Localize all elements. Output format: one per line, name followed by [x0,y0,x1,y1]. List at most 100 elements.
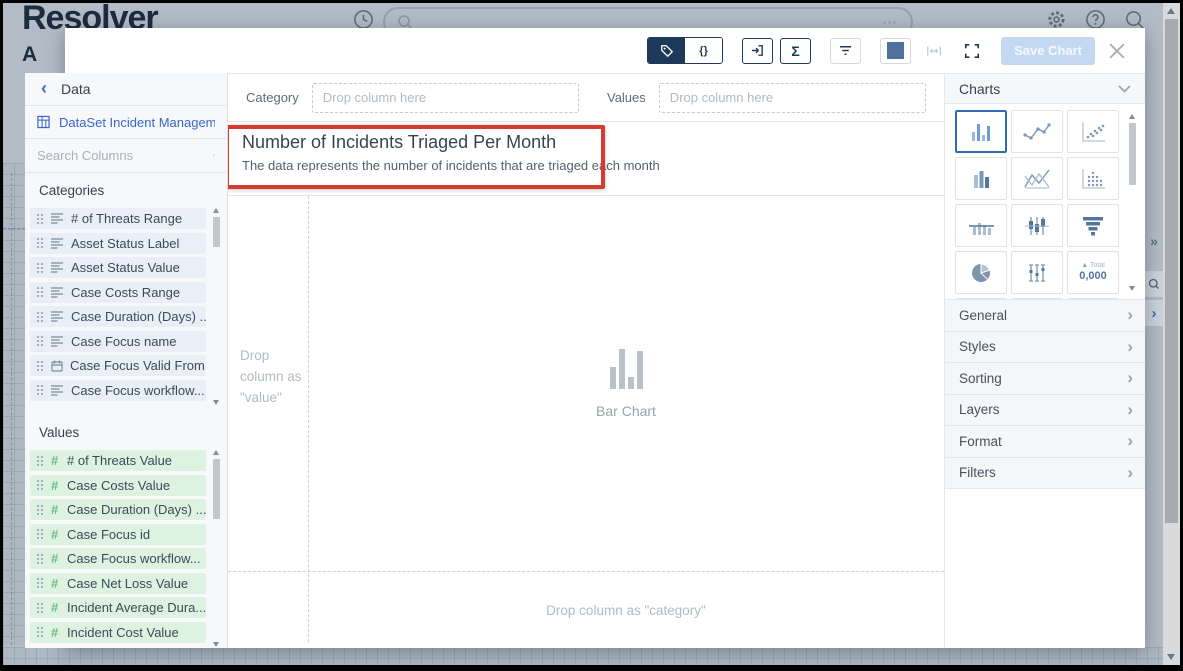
chart-type-boxplot[interactable] [1011,251,1063,294]
category-column-item[interactable]: Asset Status Value [30,257,206,278]
scrollbar-thumb[interactable] [213,459,220,519]
value-column-item[interactable]: # Incident Average Dura... [30,597,206,618]
close-modal-button[interactable] [1109,43,1125,59]
fullscreen-button[interactable] [956,38,987,64]
save-chart-button[interactable]: Save Chart [1001,37,1095,65]
value-column-item[interactable]: # Case Focus id [30,524,206,545]
drag-handle-icon[interactable] [36,384,44,396]
category-column-item[interactable]: Case Focus workflow... [30,380,206,401]
chart-type-bar-line[interactable] [955,204,1007,247]
drag-handle-icon[interactable] [36,335,44,347]
drag-handle-icon[interactable] [36,455,44,467]
tag-mode-button[interactable] [648,38,685,63]
scroll-down-icon[interactable] [213,400,219,405]
value-column-item[interactable]: # Case Net Loss Value [30,573,206,594]
category-column-item[interactable]: Case Duration (Days) ... [30,306,206,327]
chevron-down-icon[interactable] [1118,85,1131,93]
chart-type-more-2[interactable] [1011,298,1063,299]
chart-type-column[interactable] [955,157,1007,200]
scroll-up-icon[interactable] [1167,8,1175,14]
search-columns-input[interactable] [37,148,213,163]
scrollbar-thumb[interactable] [213,217,220,247]
section-layers[interactable]: Layers › [945,395,1145,427]
chart-type-candlestick[interactable] [1011,204,1063,247]
rail-search-button[interactable] [1145,271,1163,297]
scroll-up-icon[interactable] [213,208,219,213]
drag-handle-icon[interactable] [36,602,44,614]
section-format[interactable]: Format › [945,426,1145,458]
chart-type-point-column[interactable] [1067,157,1119,200]
braces-mode-button[interactable]: {} [685,38,722,63]
scroll-down-icon[interactable] [213,642,219,647]
value-column-item[interactable]: # # of Threats Value [30,450,206,471]
help-icon[interactable] [1085,9,1106,30]
value-column-item[interactable]: # Incident Cost Value [30,622,206,643]
chart-type-funnel[interactable] [1067,204,1119,247]
category-column-item[interactable]: Case Focus name [30,331,206,352]
category-column-item[interactable]: Case Focus Valid From [30,355,206,376]
chart-type-area[interactable] [1011,157,1063,200]
rail-expand-button[interactable]: › [1145,300,1163,326]
chart-type-line[interactable] [1011,110,1063,153]
chart-type-scatter[interactable] [1067,110,1119,153]
value-column-item[interactable]: # Case Costs Value [30,475,206,496]
category-column-item[interactable]: # of Threats Range [30,208,206,229]
drag-handle-icon[interactable] [36,626,44,638]
scroll-down-icon[interactable] [1129,286,1135,291]
drag-handle-icon[interactable] [36,553,44,565]
back-chevron-icon[interactable]: ‹ [41,78,47,99]
clock-icon[interactable] [353,9,374,30]
section-general[interactable]: General › [945,300,1145,332]
value-column-item[interactable]: # Case Duration (Days) ... [30,499,206,520]
category-column-item[interactable]: Case Costs Range [30,282,206,303]
header-search-icon[interactable] [1124,9,1145,30]
values-drop-target[interactable]: Drop column here [659,83,926,113]
chart-type-kpi[interactable]: ▲ Total 0,000 [1067,251,1119,294]
drag-handle-icon[interactable] [36,479,44,491]
chart-type-more-3[interactable] [1067,298,1119,299]
chart-grid-scrollbar[interactable] [1128,114,1137,291]
fit-width-button[interactable] [918,38,949,64]
scroll-down-icon[interactable] [1167,654,1175,660]
gear-icon[interactable] [1046,9,1067,30]
aggregate-button[interactable]: Σ [780,38,811,64]
drag-handle-icon[interactable] [36,262,44,274]
scrollbar-thumb[interactable] [1129,123,1136,185]
collapse-panel-icon[interactable]: » [1145,233,1163,249]
color-picker-button[interactable] [880,38,911,64]
charts-panel-header[interactable]: Charts [945,74,1145,104]
category-dropzone[interactable]: Drop column as "category" [228,571,944,648]
drag-handle-icon[interactable] [36,360,44,372]
scroll-up-icon[interactable] [213,450,219,455]
drag-handle-icon[interactable] [36,237,44,249]
category-drop-target[interactable]: Drop column here [312,83,579,113]
chart-type-more-1[interactable] [955,298,1007,299]
sort-lines-button[interactable] [830,38,861,64]
chart-type-pie[interactable] [955,251,1007,294]
drag-handle-icon[interactable] [36,528,44,540]
values-scrollbar[interactable] [212,450,221,647]
drag-handle-icon[interactable] [36,311,44,323]
section-filters[interactable]: Filters › [945,458,1145,490]
value-dropzone[interactable]: Drop column as "value" [240,346,304,409]
drag-handle-icon[interactable] [36,213,44,225]
pivot-button[interactable] [742,38,773,64]
dataset-link[interactable]: DataSet Incident Managem... [25,106,227,139]
category-column-item[interactable]: Asset Status Label [30,233,206,254]
scroll-up-icon[interactable] [1129,114,1135,119]
categories-scrollbar[interactable] [212,208,221,405]
window-scrollbar[interactable] [1163,3,1180,665]
section-sorting[interactable]: Sorting › [945,363,1145,395]
chart-type-bar[interactable] [955,110,1007,153]
chart-subtitle[interactable]: The data represents the number of incide… [242,158,930,173]
bar-chart-icon [967,120,995,144]
section-styles[interactable]: Styles › [945,332,1145,364]
value-column-item[interactable]: # Case Focus workflow... [30,548,206,569]
chart-title[interactable]: Number of Incidents Triaged Per Month [242,132,930,153]
drag-handle-icon[interactable] [36,504,44,516]
drag-handle-icon[interactable] [36,286,44,298]
data-panel-back[interactable]: ‹ Data [25,73,227,106]
scrollbar-thumb[interactable] [1165,19,1178,523]
drag-handle-icon[interactable] [36,577,44,589]
chart-placeholder: Bar Chart [308,196,944,571]
